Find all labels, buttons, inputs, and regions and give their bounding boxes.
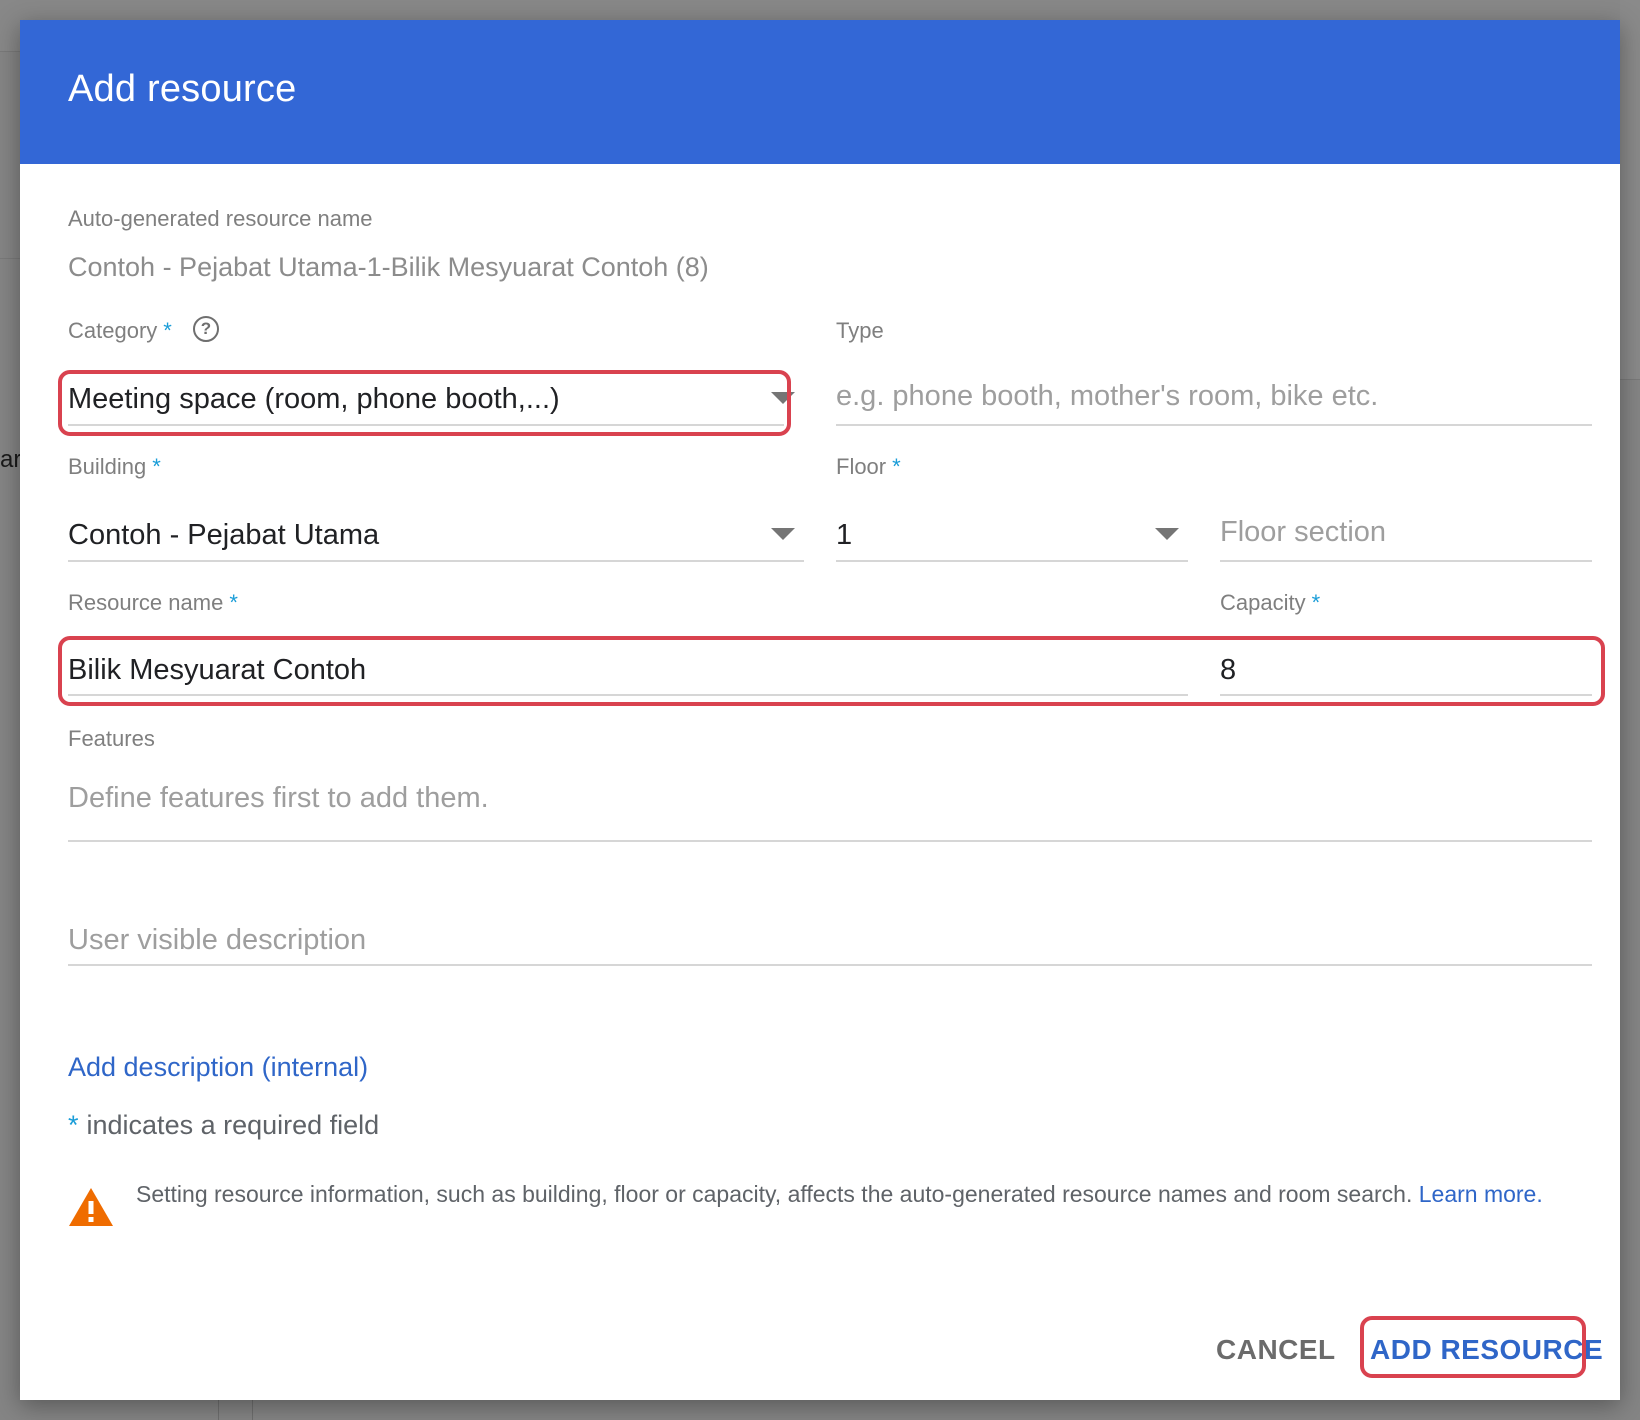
features-empty-text: Define features first to add them. xyxy=(68,782,489,814)
type-input[interactable]: e.g. phone booth, mother's room, bike et… xyxy=(836,380,1378,413)
features-label: Features xyxy=(68,726,155,751)
required-star: * xyxy=(152,454,161,479)
building-label: Building * xyxy=(68,454,161,480)
required-star: * xyxy=(229,590,238,615)
warning-message: Setting resource information, such as bu… xyxy=(136,1176,1576,1212)
required-star: * xyxy=(892,454,901,479)
background-side-panel xyxy=(1620,0,1640,380)
type-underline xyxy=(836,424,1592,426)
floor-underline xyxy=(836,560,1188,562)
category-highlight xyxy=(58,370,791,436)
required-note-text: indicates a required field xyxy=(86,1110,380,1140)
features-underline xyxy=(68,840,1592,842)
cancel-button[interactable]: CANCEL xyxy=(1216,1334,1336,1366)
resource-name-label-text: Resource name xyxy=(68,590,224,615)
floor-label: Floor * xyxy=(836,454,901,480)
autogen-name-label: Auto-generated resource name xyxy=(68,206,373,231)
warning-triangle-icon xyxy=(69,1188,113,1226)
background-edge-text: ar xyxy=(0,446,20,473)
floor-section-input[interactable]: Floor section xyxy=(1220,516,1386,549)
capacity-label-text: Capacity xyxy=(1220,590,1306,615)
floor-select[interactable]: 1 xyxy=(836,519,852,552)
learn-more-link[interactable]: Learn more. xyxy=(1419,1181,1543,1207)
required-field-note: * indicates a required field xyxy=(68,1110,379,1141)
chevron-down-icon[interactable] xyxy=(1155,528,1179,540)
dialog-title: Add resource xyxy=(68,68,297,110)
warning-text: Setting resource information, such as bu… xyxy=(136,1181,1413,1207)
required-star: * xyxy=(1311,590,1321,615)
building-label-text: Building xyxy=(68,454,147,479)
autogen-name-value: Contoh - Pejabat Utama-1-Bilik Mesyuarat… xyxy=(68,252,709,282)
dialog-header: Add resource xyxy=(20,20,1620,164)
floor-section-underline xyxy=(1220,560,1592,562)
add-resource-highlight xyxy=(1360,1316,1586,1378)
name-capacity-highlight xyxy=(58,636,1605,706)
category-label-text: Category xyxy=(68,318,158,343)
required-star: * xyxy=(68,1110,79,1140)
user-description-input[interactable]: User visible description xyxy=(68,924,366,957)
chevron-down-icon[interactable] xyxy=(771,528,795,540)
question-circle-icon[interactable]: ? xyxy=(193,316,219,342)
user-description-underline xyxy=(68,964,1592,966)
building-underline xyxy=(68,560,804,562)
category-label: Category * xyxy=(68,318,172,344)
floor-label-text: Floor xyxy=(836,454,887,479)
add-resource-dialog: Add resource Auto-generated resource nam… xyxy=(20,20,1620,1400)
resource-name-label: Resource name * xyxy=(68,590,238,616)
required-star: * xyxy=(163,318,172,343)
building-select[interactable]: Contoh - Pejabat Utama xyxy=(68,519,379,552)
capacity-label: Capacity * xyxy=(1220,590,1320,616)
type-label: Type xyxy=(836,318,884,343)
add-internal-description-link[interactable]: Add description (internal) xyxy=(68,1052,368,1083)
